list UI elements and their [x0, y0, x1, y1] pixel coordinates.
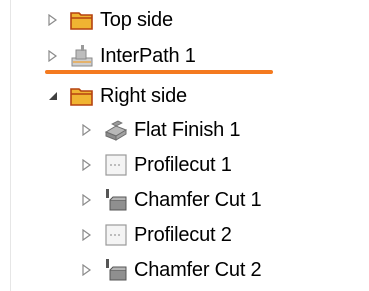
tree-item-right-side[interactable]: Right side: [46, 78, 187, 114]
tree-item-top-side[interactable]: Top side: [46, 2, 173, 38]
tree-item-label: Top side: [100, 8, 173, 31]
expand-arrow-icon[interactable]: [80, 193, 94, 207]
tree-item-label: Chamfer Cut 1: [134, 188, 262, 211]
tree-item-label: Right side: [100, 84, 187, 107]
folder-icon: [70, 8, 94, 32]
interpath-icon: [70, 44, 94, 68]
collapse-arrow-icon[interactable]: [46, 89, 60, 103]
expand-arrow-icon[interactable]: [46, 49, 60, 63]
flat-finish-icon: [104, 118, 128, 142]
tree-item-label: Chamfer Cut 2: [134, 258, 262, 281]
expand-arrow-icon[interactable]: [80, 158, 94, 172]
tree-item-label: InterPath 1: [100, 44, 196, 67]
folder-icon: [70, 84, 94, 108]
expand-arrow-icon[interactable]: [80, 228, 94, 242]
expand-arrow-icon[interactable]: [80, 123, 94, 137]
profilecut-icon: [104, 223, 128, 247]
tree-item-label: Flat Finish 1: [134, 118, 241, 141]
tree-item-interpath-1[interactable]: InterPath 1: [46, 38, 196, 74]
profilecut-icon: [104, 153, 128, 177]
tree-item-flat-finish-1[interactable]: Flat Finish 1: [80, 112, 241, 148]
tree-item-profilecut-1[interactable]: Profilecut 1: [80, 147, 232, 183]
expand-arrow-icon[interactable]: [46, 13, 60, 27]
chamfer-cut-icon: [104, 258, 128, 282]
highlight-underline: [45, 70, 273, 74]
tree-left-rule: [10, 0, 11, 291]
chamfer-cut-icon: [104, 188, 128, 212]
tree-item-label: Profilecut 1: [134, 153, 232, 176]
tree-item-chamfer-cut-1[interactable]: Chamfer Cut 1: [80, 182, 262, 218]
operation-tree: Top side InterPath 1 Right side Flat Fin…: [0, 0, 369, 291]
tree-item-label: Profilecut 2: [134, 223, 232, 246]
expand-arrow-icon[interactable]: [80, 263, 94, 277]
tree-item-chamfer-cut-2[interactable]: Chamfer Cut 2: [80, 252, 262, 288]
tree-item-profilecut-2[interactable]: Profilecut 2: [80, 217, 232, 253]
